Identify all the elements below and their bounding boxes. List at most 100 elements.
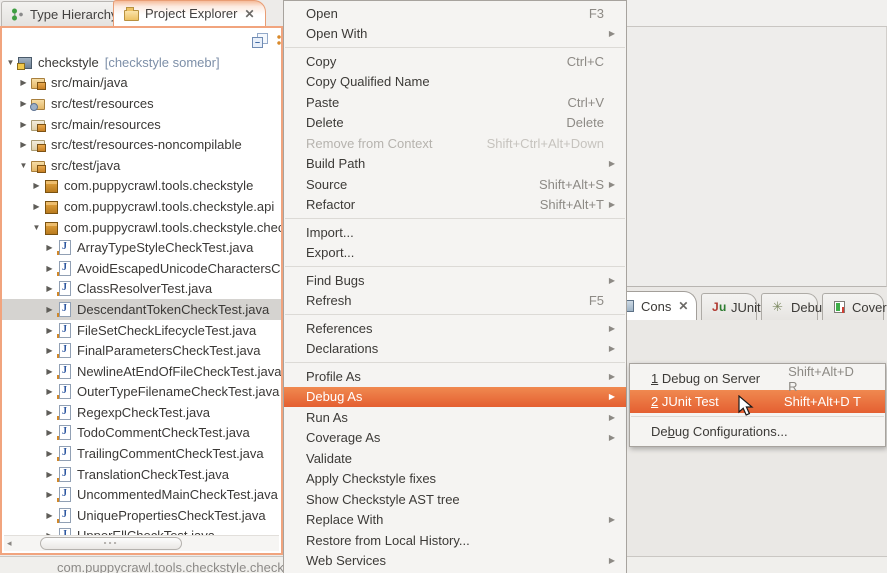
menu-item-web-services[interactable]: Web Services▶: [284, 551, 626, 572]
menu-item-label: Remove from Context: [306, 136, 432, 151]
tree-row-trailingcommentchecktest-java[interactable]: ▶TrailingCommentCheckTest.java: [2, 443, 281, 464]
tree-row-todocommentchecktest-java[interactable]: ▶TodoCommentCheckTest.java: [2, 423, 281, 444]
submenu-arrow-icon: ▶: [604, 159, 615, 168]
tab-project-explorer[interactable]: Project Explorer ✕: [113, 0, 266, 26]
menu-item-open[interactable]: OpenF3: [284, 3, 626, 24]
scroll-left-icon[interactable]: ◂: [7, 538, 12, 549]
tab-type-hierarchy[interactable]: Type Hierarchy: [1, 1, 127, 26]
menu-item-references[interactable]: References▶: [284, 318, 626, 339]
menu-item-apply-checkstyle-fixes[interactable]: Apply Checkstyle fixes: [284, 469, 626, 490]
collapsed-arrow-icon[interactable]: ▶: [44, 326, 55, 335]
tree-row-uniquepropertieschecktest-java[interactable]: ▶UniquePropertiesCheckTest.java: [2, 505, 281, 526]
tree-row-finalparameterschecktest-java[interactable]: ▶FinalParametersCheckTest.java: [2, 340, 281, 361]
collapsed-arrow-icon[interactable]: ▶: [31, 202, 42, 211]
menu-item-restore-from-local-history[interactable]: Restore from Local History...: [284, 530, 626, 551]
tree-row-newlineatendoffilechecktest-java[interactable]: ▶NewlineAtEndOfFileCheckTest.java: [2, 361, 281, 382]
menu-item-coverage-as[interactable]: Coverage As▶: [284, 428, 626, 449]
collapsed-arrow-icon[interactable]: ▶: [44, 470, 55, 479]
tree-row-avoidescapedunicodecharacterschec[interactable]: ▶ AvoidEscapedUnicodeCharactersChec: [2, 258, 281, 279]
collapsed-arrow-icon[interactable]: ▶: [44, 511, 55, 520]
tree-row-src-main-java[interactable]: ▶src/main/java: [2, 73, 281, 94]
menu-item-label: Import...: [306, 225, 354, 240]
tree-row-translationchecktest-java[interactable]: ▶TranslationCheckTest.java: [2, 464, 281, 485]
menu-item-refresh[interactable]: RefreshF5: [284, 291, 626, 312]
menu-item-run-as[interactable]: Run As▶: [284, 407, 626, 428]
collapsed-arrow-icon[interactable]: ▶: [18, 99, 29, 108]
tree-row-src-test-resources-noncompilable[interactable]: ▶src/test/resources-noncompilable: [2, 134, 281, 155]
tree-item-label: com.puppycrawl.tools.checkstyle.check: [64, 220, 281, 235]
menu-item-copy[interactable]: CopyCtrl+C: [284, 51, 626, 72]
tree-row-src-test-java[interactable]: ▼src/test/java: [2, 155, 281, 176]
collapsed-arrow-icon[interactable]: ▶: [44, 305, 55, 314]
menu-item-find-bugs[interactable]: Find Bugs▶: [284, 270, 626, 291]
menu-item-build-path[interactable]: Build Path▶: [284, 154, 626, 175]
collapsed-arrow-icon[interactable]: ▶: [44, 243, 55, 252]
collapsed-arrow-icon[interactable]: ▶: [44, 428, 55, 437]
tree-row-com-puppycrawl-tools-checkstyle-api[interactable]: ▶com.puppycrawl.tools.checkstyle.api: [2, 196, 281, 217]
tree-row-src-main-resources[interactable]: ▶src/main/resources: [2, 114, 281, 135]
close-icon[interactable]: ✕: [678, 300, 688, 312]
tree-row-checkstyle[interactable]: ▼checkstyle[checkstyle somebr]: [2, 52, 281, 73]
tree-row-com-puppycrawl-tools-checkstyle[interactable]: ▶com.puppycrawl.tools.checkstyle: [2, 176, 281, 197]
menu-item-replace-with[interactable]: Replace With▶: [284, 510, 626, 531]
menu-item-validate[interactable]: Validate: [284, 448, 626, 469]
bottom-tab-junit[interactable]: JUnit: [701, 293, 757, 320]
menu-item-label: Refactor: [306, 197, 355, 212]
tree-row-com-puppycrawl-tools-checkstyle-check[interactable]: ▼ com.puppycrawl.tools.checkstyle.check: [2, 217, 281, 238]
menu-item-debug-as[interactable]: Debug As▶: [284, 387, 626, 408]
menu-item-export[interactable]: Export...: [284, 243, 626, 264]
tree-row-classresolvertest-java[interactable]: ▶ClassResolverTest.java: [2, 279, 281, 300]
tree-item-label: RegexpCheckTest.java: [77, 405, 210, 420]
collapsed-arrow-icon[interactable]: ▶: [44, 490, 55, 499]
tree-row-regexpchecktest-java[interactable]: ▶ RegexpCheckTest.java: [2, 402, 281, 423]
bottom-tab-label: Cover: [852, 300, 887, 315]
menu-item-shortcut: Shift+Alt+D T: [756, 394, 861, 409]
tree-row-descendanttokenchecktest-java[interactable]: ▶DescendantTokenCheckTest.java: [2, 299, 281, 320]
view-menu-icon[interactable]: [277, 35, 281, 45]
resfolder-icon: [30, 117, 46, 132]
menu-item-1-debug-on-server[interactable]: 1 Debug on ServerShift+Alt+D R: [630, 367, 885, 390]
collapsed-arrow-icon[interactable]: ▶: [44, 284, 55, 293]
menu-item-debug-configurations[interactable]: Debug Configurations...: [630, 420, 885, 443]
bottom-tab-cover[interactable]: Cover: [822, 293, 884, 320]
menu-item-paste[interactable]: PasteCtrl+V: [284, 92, 626, 113]
close-icon[interactable]: ✕: [244, 8, 254, 20]
collapsed-arrow-icon[interactable]: ▶: [44, 387, 55, 396]
tree-row-uncommentedmainchecktest-java[interactable]: ▶UncommentedMainCheckTest.java: [2, 484, 281, 505]
submenu-arrow-icon: ▶: [604, 324, 615, 333]
collapsed-arrow-icon[interactable]: ▶: [18, 140, 29, 149]
menu-item-import[interactable]: Import...: [284, 222, 626, 243]
collapsed-arrow-icon[interactable]: ▶: [44, 264, 55, 273]
collapsed-arrow-icon[interactable]: ▶: [44, 346, 55, 355]
menu-item-refactor[interactable]: RefactorShift+Alt+T▶: [284, 195, 626, 216]
expanded-arrow-icon[interactable]: ▼: [31, 223, 42, 232]
horizontal-scrollbar[interactable]: ◂: [4, 535, 279, 551]
tree-row-filesetchecklifecycletest-java[interactable]: ▶ FileSetCheckLifecycleTest.java: [2, 320, 281, 341]
menu-item-profile-as[interactable]: Profile As▶: [284, 366, 626, 387]
menu-item-open-with[interactable]: Open With▶: [284, 24, 626, 45]
tree-row-outertypefilenamechecktest-java[interactable]: ▶OuterTypeFilenameCheckTest.java: [2, 382, 281, 403]
scrollbar-thumb[interactable]: [40, 537, 182, 550]
tree-item-annotation: [checkstyle somebr]: [105, 55, 220, 70]
menu-item-show-checkstyle-ast-tree[interactable]: Show Checkstyle AST tree: [284, 489, 626, 510]
collapsed-arrow-icon[interactable]: ▶: [44, 367, 55, 376]
tree-row-arraytypestylechecktest-java[interactable]: ▶ArrayTypeStyleCheckTest.java: [2, 237, 281, 258]
menu-item-2-junit-test[interactable]: 2 JUnit TestShift+Alt+D T: [630, 390, 885, 413]
javatest-icon: [56, 405, 72, 420]
menu-item-copy-qualified-name[interactable]: Copy Qualified Name: [284, 72, 626, 93]
collapsed-arrow-icon[interactable]: ▶: [44, 449, 55, 458]
bottom-tab-debu[interactable]: Debu: [761, 293, 818, 320]
tree-item-label: AvoidEscapedUnicodeCharactersChec: [77, 261, 281, 276]
menu-item-declarations[interactable]: Declarations▶: [284, 339, 626, 360]
collapsed-arrow-icon[interactable]: ▶: [18, 120, 29, 129]
collapsed-arrow-icon[interactable]: ▶: [31, 181, 42, 190]
tree-item-label: FileSetCheckLifecycleTest.java: [77, 323, 256, 338]
menu-item-delete[interactable]: DeleteDelete: [284, 113, 626, 134]
expanded-arrow-icon[interactable]: ▼: [5, 58, 16, 67]
tree-row-src-test-resources[interactable]: ▶src/test/resources: [2, 93, 281, 114]
expanded-arrow-icon[interactable]: ▼: [18, 161, 29, 170]
collapsed-arrow-icon[interactable]: ▶: [44, 408, 55, 417]
menu-item-source[interactable]: SourceShift+Alt+S▶: [284, 174, 626, 195]
collapse-all-icon[interactable]: [251, 33, 269, 48]
collapsed-arrow-icon[interactable]: ▶: [18, 78, 29, 87]
